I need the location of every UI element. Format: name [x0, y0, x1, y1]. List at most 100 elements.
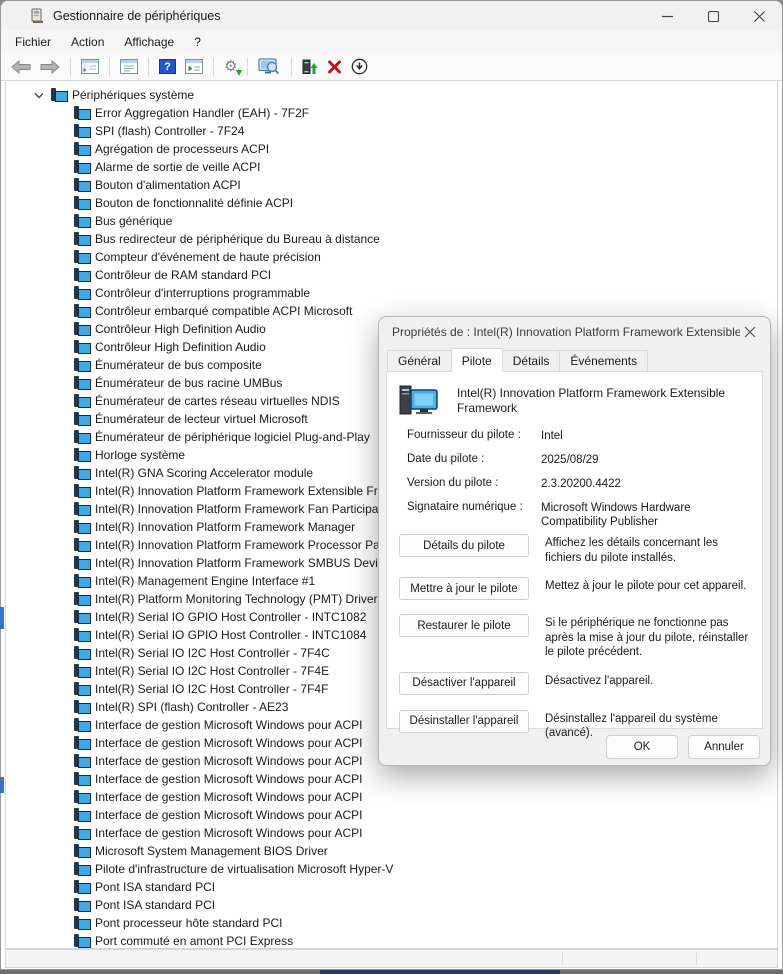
driver-action-button[interactable]: Mettre à jour le pilote — [399, 577, 529, 600]
driver-action-row: Désactiver l'appareil Désactivez l'appar… — [399, 672, 750, 695]
driver-action-button[interactable]: Désinstaller l'appareil — [399, 710, 529, 733]
field-value: 2.3.20200.4422 — [541, 477, 748, 491]
show-console-tree-icon[interactable] — [79, 58, 101, 75]
driver-action-row: Détails du pilote Affichez les détails c… — [399, 534, 750, 565]
system-device-icon — [74, 844, 90, 858]
tree-item-label: Interface de gestion Microsoft Windows p… — [95, 736, 362, 750]
driver-tab-panel: Intel(R) Innovation Platform Framework E… — [386, 371, 763, 729]
tree-item-label: Intel(R) SPI (flash) Controller - AE23 — [95, 700, 288, 714]
system-device-icon — [74, 898, 90, 912]
tree-item[interactable]: Microsoft System Management BIOS Driver — [6, 842, 777, 860]
tree-item[interactable]: Agrégation de processeurs ACPI — [6, 140, 777, 158]
tree-item-label: Énumérateur de lecteur virtuel Microsoft — [95, 412, 308, 426]
driver-action-button[interactable]: Restaurer le pilote — [399, 614, 529, 637]
menu-item[interactable]: Affichage — [114, 32, 184, 52]
dialog-titlebar[interactable]: Propriétés de : Intel(R) Innovation Plat… — [379, 317, 770, 347]
minimize-button[interactable] — [644, 1, 690, 31]
tree-item[interactable]: Pont ISA standard PCI — [6, 896, 777, 914]
computer-device-icon — [399, 384, 441, 418]
tab-details[interactable]: Détails — [502, 350, 561, 371]
tree-item-label: Contrôleur d'interruptions programmable — [95, 286, 310, 300]
tree-item[interactable]: Port commuté en amont PCI Express — [6, 932, 777, 949]
menubar: FichierActionAffichage? — [1, 31, 782, 53]
tree-item[interactable]: Interface de gestion Microsoft Windows p… — [6, 806, 777, 824]
tree-item-label: Intel(R) Innovation Platform Framework S… — [95, 556, 390, 570]
system-device-icon — [74, 718, 90, 732]
tab-evenements[interactable]: Événements — [559, 350, 648, 371]
toolbar-divider — [70, 58, 71, 76]
tree-item[interactable]: Bouton de fonctionnalité définie ACPI — [6, 194, 777, 212]
properties-icon[interactable] — [118, 58, 140, 75]
tree-item[interactable]: Pont processeur hôte standard PCI — [6, 914, 777, 932]
menu-item[interactable]: ? — [184, 32, 211, 52]
system-device-icon — [74, 196, 90, 210]
system-device-icon — [74, 124, 90, 138]
system-device-icon — [74, 826, 90, 840]
export-list-icon[interactable] — [183, 58, 205, 75]
close-button[interactable] — [736, 1, 782, 31]
tree-item-label: Microsoft System Management BIOS Driver — [95, 844, 328, 858]
uninstall-device-icon[interactable] — [325, 59, 344, 75]
system-device-icon — [74, 736, 90, 750]
tree-item[interactable]: Interface de gestion Microsoft Windows p… — [6, 770, 777, 788]
tree-item[interactable]: Error Aggregation Handler (EAH) - 7F2F — [6, 104, 777, 122]
chevron-down-icon[interactable] — [34, 90, 46, 100]
tree-item-label: Énumérateur de périphérique logiciel Plu… — [95, 430, 370, 444]
back-icon[interactable] — [9, 59, 33, 75]
tree-item-label: Bus redirecteur de périphérique du Burea… — [95, 232, 380, 246]
tree-item[interactable]: Interface de gestion Microsoft Windows p… — [6, 788, 777, 806]
system-device-icon — [74, 880, 90, 894]
driver-action-description: Désactivez l'appareil. — [545, 672, 653, 689]
system-device-icon — [74, 250, 90, 264]
scan-hardware-changes-icon[interactable] — [256, 57, 283, 76]
tree-item[interactable]: Contrôleur d'interruptions programmable — [6, 284, 777, 302]
system-device-icon — [74, 520, 90, 534]
tree-item[interactable]: Bus redirecteur de périphérique du Burea… — [6, 230, 777, 248]
disable-device-icon[interactable] — [349, 57, 370, 76]
tab-general[interactable]: Général — [387, 350, 452, 371]
tree-item-label: Contrôleur High Definition Audio — [95, 322, 266, 336]
update-driver-software-icon[interactable]: ⚙ — [222, 58, 239, 75]
tab-pilote[interactable]: Pilote — [451, 348, 503, 372]
driver-actions: Détails du pilote Affichez les détails c… — [399, 534, 750, 741]
update-driver-icon[interactable] — [300, 58, 320, 76]
menu-item[interactable]: Fichier — [5, 32, 61, 52]
menu-item[interactable]: Action — [61, 32, 114, 52]
titlebar[interactable]: Gestionnaire de périphériques — [1, 1, 782, 31]
system-device-icon — [74, 214, 90, 228]
tree-root-system-devices[interactable]: Périphériques système — [6, 86, 777, 104]
dialog-title: Propriétés de : Intel(R) Innovation Plat… — [392, 325, 740, 339]
tree-item[interactable]: Compteur d'événement de haute précision — [6, 248, 777, 266]
tree-item-label: Bus générique — [95, 214, 172, 228]
tree-item[interactable]: Pilote d'infrastructure de virtualisatio… — [6, 860, 777, 878]
tree-item[interactable]: Interface de gestion Microsoft Windows p… — [6, 824, 777, 842]
system-device-icon — [74, 592, 90, 606]
dialog-tabs: Général Pilote Détails Événements — [379, 347, 770, 371]
help-icon[interactable]: ? — [157, 58, 178, 75]
system-device-icon — [74, 358, 90, 372]
tree-item[interactable]: Alarme de sortie de veille ACPI — [6, 158, 777, 176]
driver-action-button[interactable]: Détails du pilote — [399, 534, 529, 557]
system-device-icon — [74, 682, 90, 696]
system-device-icon — [74, 394, 90, 408]
tree-item-label: Bouton de fonctionnalité définie ACPI — [95, 196, 293, 210]
tree-item[interactable]: Bouton d'alimentation ACPI — [6, 176, 777, 194]
tree-item-label: Interface de gestion Microsoft Windows p… — [95, 808, 362, 822]
system-device-icon — [74, 646, 90, 660]
system-device-icon — [74, 286, 90, 300]
system-device-icon — [74, 322, 90, 336]
forward-icon[interactable] — [38, 59, 62, 75]
tree-item[interactable]: Contrôleur de RAM standard PCI — [6, 266, 777, 284]
tree-item[interactable]: Pont ISA standard PCI — [6, 878, 777, 896]
tree-item[interactable]: SPI (flash) Controller - 7F24 — [6, 122, 777, 140]
cancel-button[interactable]: Annuler — [688, 735, 760, 759]
maximize-button[interactable] — [690, 1, 736, 31]
tree-item-label: Alarme de sortie de veille ACPI — [95, 160, 260, 174]
field-value: 2025/08/29 — [541, 453, 748, 467]
tree-item-label: Intel(R) Innovation Platform Framework F… — [95, 502, 388, 516]
dialog-close-icon[interactable] — [740, 322, 760, 342]
tree-item-label: Interface de gestion Microsoft Windows p… — [95, 718, 362, 732]
ok-button[interactable]: OK — [606, 735, 678, 759]
tree-item[interactable]: Bus générique — [6, 212, 777, 230]
driver-action-button[interactable]: Désactiver l'appareil — [399, 672, 529, 695]
